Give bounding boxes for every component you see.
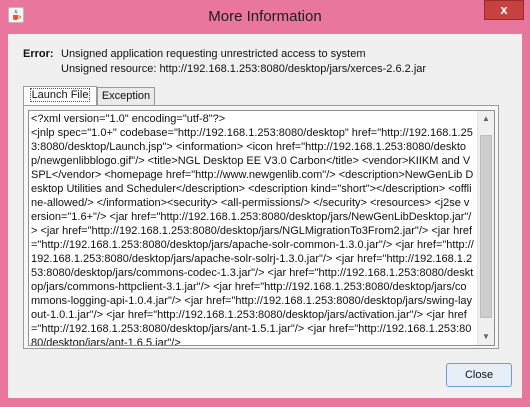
launch-file-textarea[interactable]: <?xml version="1.0" encoding="utf-8"?> <… (28, 110, 495, 346)
vertical-scrollbar[interactable]: ▲ ▼ (477, 111, 494, 345)
tab-exception[interactable]: Exception (97, 87, 155, 105)
window-close-button[interactable]: x (484, 0, 524, 20)
scrollbar-thumb[interactable] (480, 135, 492, 318)
title-bar: More Information x (0, 0, 530, 34)
close-button[interactable]: Close (446, 363, 512, 387)
tab-exception-label: Exception (101, 90, 151, 102)
tab-panel: <?xml version="1.0" encoding="utf-8"?> <… (23, 105, 499, 349)
error-label: Error: (23, 48, 54, 60)
error-block: Error: Unsigned application requesting un… (23, 47, 426, 77)
launch-file-content: <?xml version="1.0" encoding="utf-8"?> <… (31, 113, 474, 346)
dialog-content: Error: Unsigned application requesting un… (8, 34, 522, 398)
tab-launch-file[interactable]: Launch File (23, 86, 97, 106)
error-resource: Unsigned resource: http://192.168.1.253:… (61, 63, 427, 75)
window-title: More Information (208, 8, 322, 25)
dialog-window: More Information x Error: Unsigned applic… (0, 0, 530, 407)
scroll-up-icon[interactable]: ▲ (478, 111, 494, 127)
scroll-down-icon[interactable]: ▼ (478, 329, 494, 345)
tab-launch-file-label: Launch File (29, 88, 91, 102)
error-message: Unsigned application requesting unrestri… (61, 48, 366, 60)
close-icon: x (500, 2, 508, 17)
